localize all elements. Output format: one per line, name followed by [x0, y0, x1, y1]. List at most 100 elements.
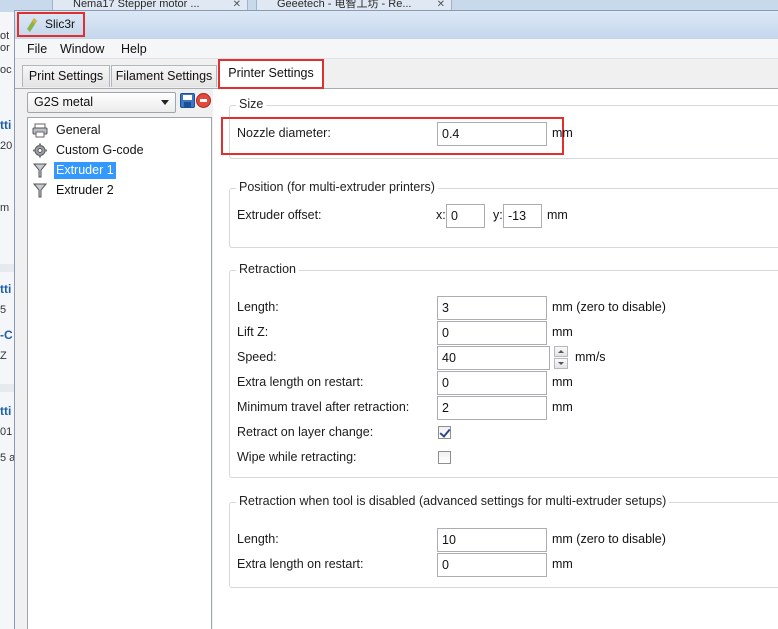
retract-speed-field[interactable]: 40	[437, 346, 550, 370]
preset-dropdown[interactable]: G2S metal	[27, 92, 176, 113]
lift-z-field[interactable]: 0	[437, 321, 547, 345]
unit-label: mm (zero to disable)	[552, 532, 666, 546]
min-travel-label: Minimum travel after retraction:	[237, 400, 410, 414]
retract-speed-label: Speed:	[237, 350, 277, 364]
wipe-label: Wipe while retracting:	[237, 450, 357, 464]
background-text: oc	[0, 64, 12, 76]
background-tab-label: Nema17 Stepper motor ...	[73, 0, 200, 10]
nozzle-diameter-field[interactable]: 0.4	[437, 122, 547, 146]
background-link: tti	[0, 282, 12, 296]
menu-bar: File Window Help	[15, 39, 778, 59]
settings-tab-bar: Print Settings Filament Settings Printer…	[15, 59, 778, 89]
unit-label: mm/s	[575, 350, 606, 364]
background-text: 20	[0, 140, 13, 152]
offset-y-label: y:	[493, 208, 503, 222]
lift-z-label: Lift Z:	[237, 325, 269, 339]
unit-label: mm	[547, 208, 568, 222]
extra-length-field[interactable]: 0	[437, 371, 547, 395]
extruder-offset-label: Extruder offset:	[237, 208, 322, 222]
row-extra-length: Extra length on restart: 0 mm	[237, 371, 777, 395]
row-min-travel: Minimum travel after retraction: 2 mm	[237, 396, 777, 420]
chevron-down-icon	[161, 100, 169, 105]
tab-filament-settings[interactable]: Filament Settings	[111, 65, 217, 87]
group-title: Position (for multi-extruder printers)	[236, 180, 438, 194]
background-text: Z	[0, 350, 7, 362]
retract-layer-change-checkbox[interactable]	[438, 426, 451, 439]
slic3r-window: Slic3r File Window Help Print Settings F…	[14, 10, 778, 629]
tree-item-label: General	[56, 123, 101, 137]
unit-label: mm	[552, 375, 573, 389]
background-text: 5	[0, 304, 7, 316]
tab-printer-settings[interactable]: Printer Settings	[218, 59, 324, 89]
menu-file[interactable]: File	[27, 42, 47, 56]
background-text: ot	[0, 30, 10, 42]
preset-value: G2S metal	[34, 95, 94, 109]
background-page-edge: ot or oc tti 20 m tti 5 -C Z tti 01 5 a	[0, 12, 14, 629]
unit-label: mm	[552, 400, 573, 414]
retract-length-field[interactable]: 3	[437, 296, 547, 320]
disabled-length-field[interactable]: 10	[437, 528, 547, 552]
funnel-icon	[32, 163, 48, 178]
row-disabled-length: Length: 10 mm (zero to disable)	[237, 528, 777, 552]
group-title: Size	[236, 97, 267, 111]
offset-y-field[interactable]: -13	[503, 204, 542, 228]
unit-label: mm (zero to disable)	[552, 300, 666, 314]
window-title: Slic3r	[45, 17, 76, 31]
tab-print-settings[interactable]: Print Settings	[22, 65, 110, 87]
gear-icon	[33, 143, 47, 158]
funnel-icon	[32, 183, 48, 198]
tree-item-label: Extruder 1	[54, 162, 116, 179]
row-wipe: Wipe while retracting:	[237, 446, 777, 470]
menu-window[interactable]: Window	[60, 42, 104, 56]
background-link: tti	[0, 118, 12, 132]
offset-x-label: x:	[436, 208, 446, 222]
printer-icon	[32, 123, 48, 138]
menu-help[interactable]: Help	[121, 42, 147, 56]
group-title: Retraction when tool is disabled (advanc…	[236, 494, 670, 508]
background-text: or	[0, 42, 10, 54]
preset-panel: G2S metal General Custom G-code Extruder…	[15, 89, 213, 629]
speed-spinner[interactable]	[554, 346, 568, 370]
row-retract-speed: Speed: 40 mm/s	[237, 346, 777, 370]
wipe-checkbox[interactable]	[438, 451, 451, 464]
retract-length-label: Length:	[237, 300, 279, 314]
title-bar[interactable]: Slic3r	[15, 11, 778, 39]
tree-item-custom-gcode[interactable]: Custom G-code	[30, 141, 200, 160]
tree-item-general[interactable]: General	[30, 121, 200, 140]
background-link: tti	[0, 404, 12, 418]
row-nozzle-diameter: Nozzle diameter: 0.4 mm	[237, 122, 777, 146]
row-lift-z: Lift Z: 0 mm	[237, 321, 777, 345]
tree-item-extruder-2[interactable]: Extruder 2	[30, 181, 200, 200]
save-icon[interactable]	[180, 93, 195, 108]
disabled-extra-length-label: Extra length on restart:	[237, 557, 364, 571]
delete-icon[interactable]	[196, 93, 211, 108]
spin-down-icon[interactable]	[554, 358, 568, 369]
offset-x-field[interactable]: 0	[446, 204, 485, 228]
close-icon[interactable]: ✕	[437, 0, 445, 10]
extra-length-label: Extra length on restart:	[237, 375, 364, 389]
tree-item-label: Extruder 2	[56, 183, 114, 197]
background-text: 01	[0, 426, 13, 438]
unit-label: mm	[552, 557, 573, 571]
unit-label: mm	[552, 325, 573, 339]
app-title-highlight: Slic3r	[17, 12, 85, 37]
tree-item-extruder-1[interactable]: Extruder 1	[30, 161, 200, 180]
disabled-extra-length-field[interactable]: 0	[437, 553, 547, 577]
unit-label: mm	[552, 126, 573, 140]
divider	[0, 264, 14, 272]
slic3r-logo-icon	[27, 18, 37, 32]
row-retract-layer-change: Retract on layer change:	[237, 421, 777, 445]
background-link: -C	[0, 328, 13, 342]
retract-layer-change-label: Retract on layer change:	[237, 425, 374, 439]
disabled-length-label: Length:	[237, 532, 279, 546]
background-text: m	[0, 202, 10, 214]
group-title: Retraction	[236, 262, 299, 276]
spin-up-icon[interactable]	[554, 346, 568, 357]
close-icon[interactable]: ✕	[233, 0, 241, 10]
row-retract-length: Length: 3 mm (zero to disable)	[237, 296, 777, 320]
min-travel-field[interactable]: 2	[437, 396, 547, 420]
page-tree: General Custom G-code Extruder 1 Extrude…	[27, 117, 212, 629]
divider	[0, 384, 14, 392]
background-text: 5 a	[0, 452, 14, 464]
row-disabled-extra-length: Extra length on restart: 0 mm	[237, 553, 777, 577]
